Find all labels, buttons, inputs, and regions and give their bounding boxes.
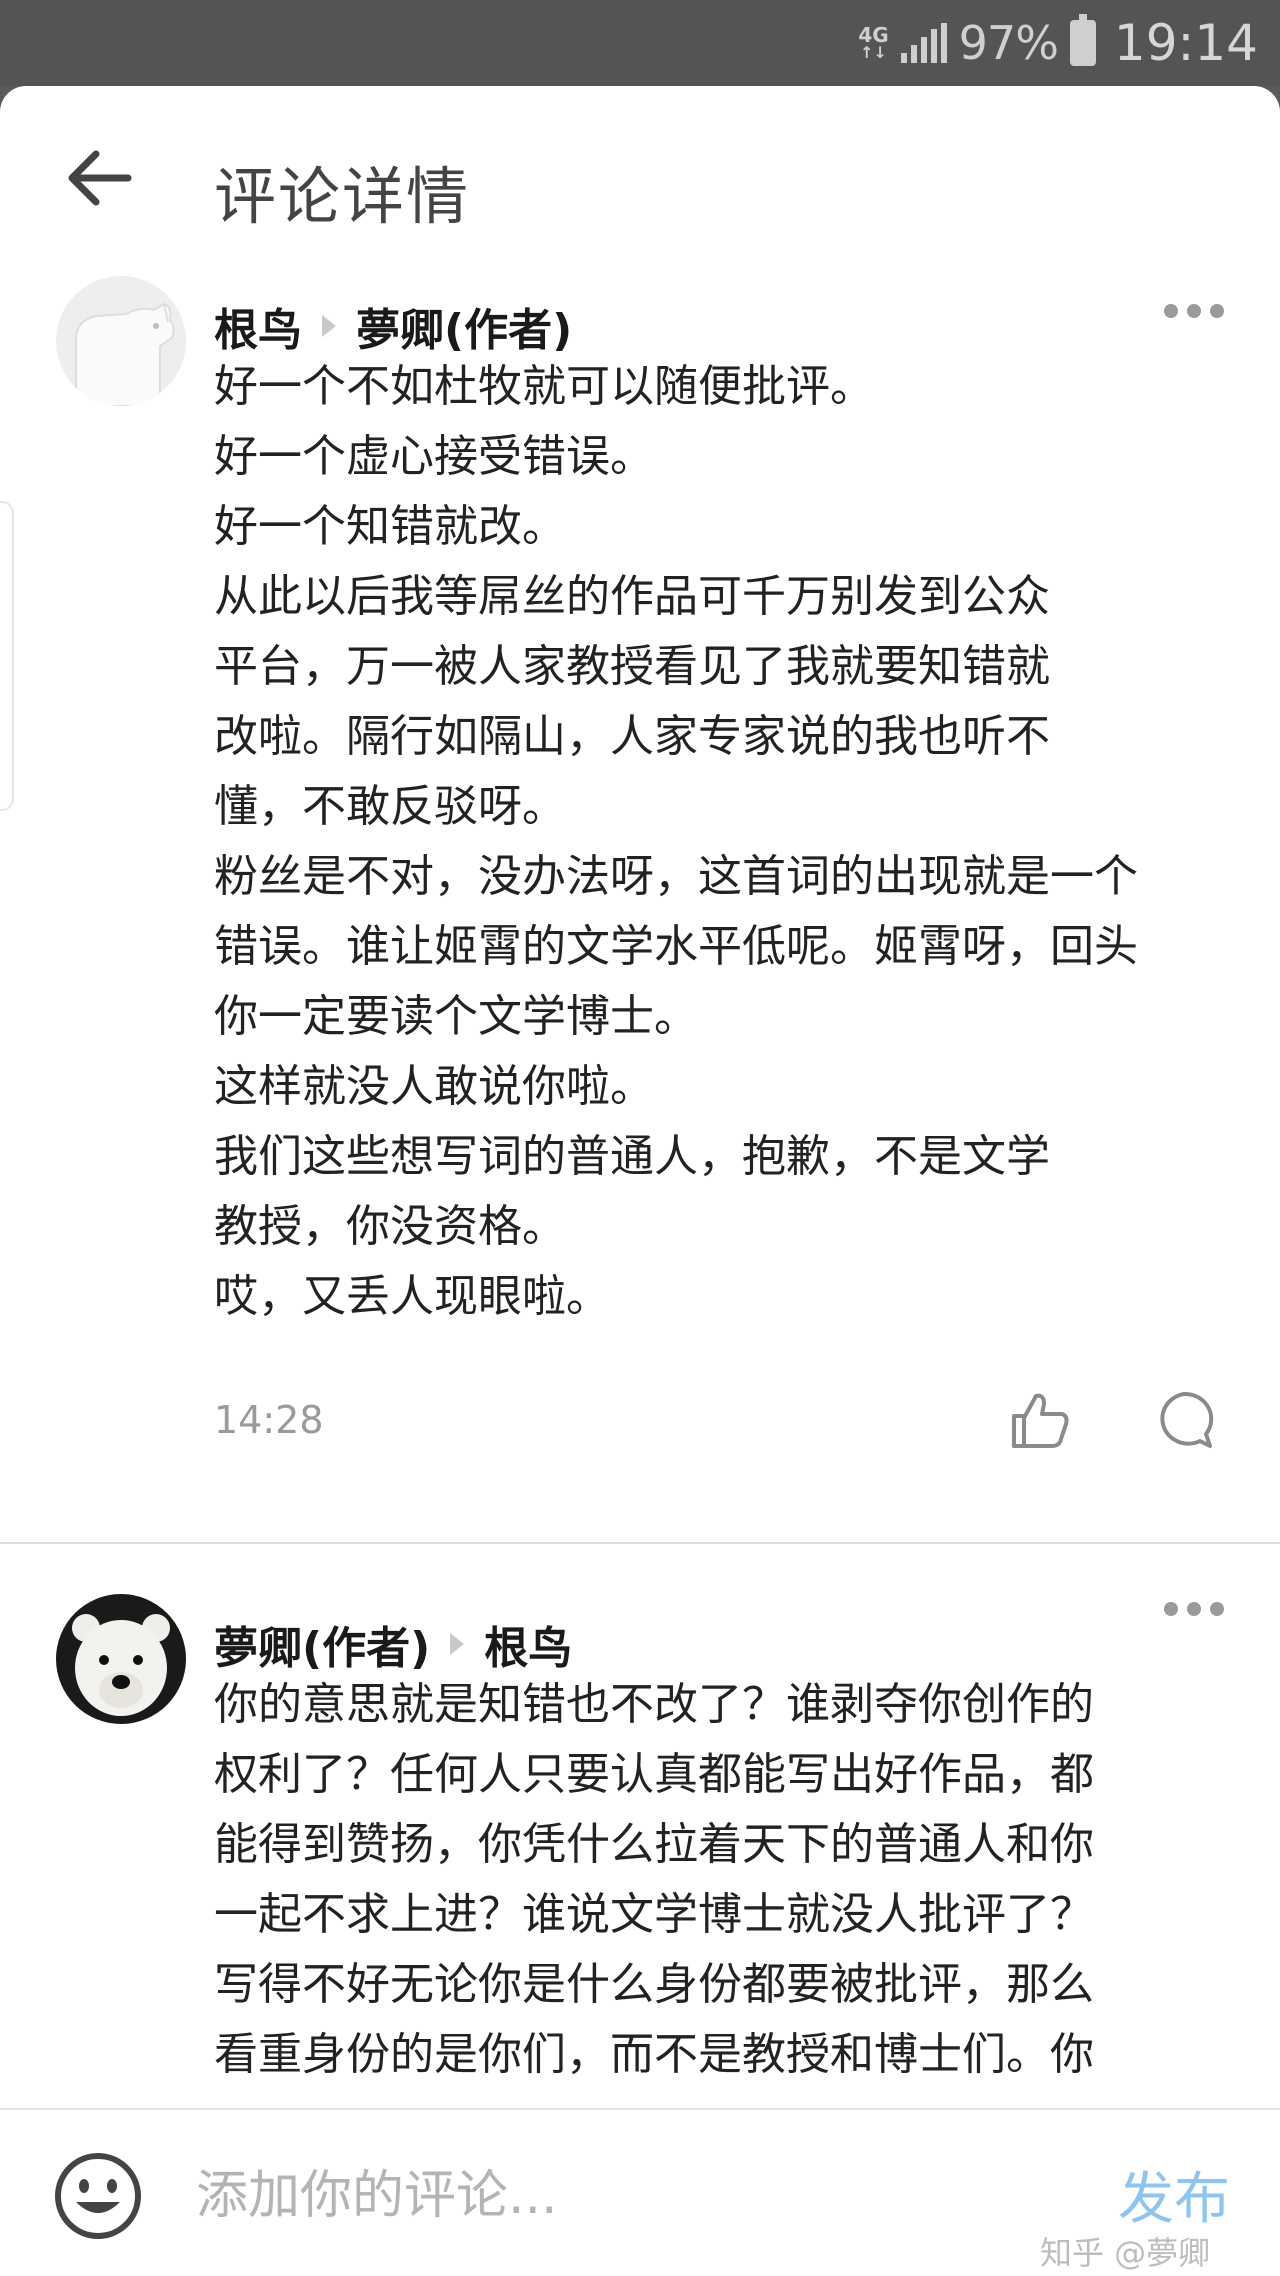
reply-icon[interactable]: [1152, 1388, 1216, 1452]
back-arrow-icon[interactable]: [64, 148, 134, 208]
dog-avatar: [56, 276, 186, 406]
comment-input-bar: 发布 知乎 @夢卿: [0, 2108, 1280, 2276]
network-type: 4G: [858, 23, 889, 47]
network-arrows: ↑↓: [860, 43, 887, 62]
network-indicator: 4G ↑↓: [858, 25, 888, 61]
comment-line: 粉丝是不对，没办法呀，这首词的出现就是一个: [214, 851, 1138, 902]
reply-to-name[interactable]: 夢卿(作者): [356, 294, 572, 358]
status-clock: 19:14: [1113, 14, 1258, 72]
polar-bear-avatar: [56, 1594, 186, 1724]
comment-line: 你的意思就是知错也不改了？谁剥夺你创作的: [214, 1679, 1094, 1730]
comment-line: 哎，又丢人现眼啦。: [214, 1271, 610, 1322]
avatar[interactable]: [56, 1594, 186, 1724]
comment-line: 懂，不敢反驳呀。: [214, 781, 566, 832]
comment-line: 我们这些想写词的普通人，抱歉，不是文学: [214, 1131, 1050, 1182]
comment-line: 好一个虚心接受错误。: [214, 431, 654, 482]
author-name[interactable]: 根鸟: [214, 294, 302, 358]
divider: [0, 1542, 1280, 1544]
comment-names: 夢卿(作者) 根鸟: [214, 1612, 572, 1676]
comment-line: 好一个不如杜牧就可以随便批评。: [214, 361, 874, 412]
comment-line: 你一定要读个文学博士。: [214, 991, 698, 1042]
reply-arrow-icon: [322, 315, 336, 337]
reply-to-name[interactable]: 根鸟: [484, 1612, 572, 1676]
comment-line: 能得到赞扬，你凭什么拉着天下的普通人和你: [214, 1819, 1094, 1870]
battery-percent: 97%: [958, 16, 1059, 70]
page-title: 评论详情: [214, 160, 471, 233]
comment-names: 根鸟 夢卿(作者): [214, 294, 572, 358]
comment-line: 改啦。隔行如隔山，人家专家说的我也听不: [214, 711, 1050, 762]
comment-body: 好一个不如杜牧就可以随便批评。 好一个虚心接受错误。 好一个知错就改。 从此以后…: [214, 352, 1224, 1332]
comment-line: 从此以后我等屌丝的作品可千万别发到公众: [214, 571, 1050, 622]
reply-arrow-icon: [450, 1633, 465, 1655]
comment-body: 你的意思就是知错也不改了？谁剥夺你创作的 权利了？任何人只要认真都能写出好作品，…: [214, 1670, 1224, 2090]
comment-time: 14:28: [214, 1398, 324, 1442]
more-icon[interactable]: [1164, 1602, 1224, 1622]
like-icon[interactable]: [1008, 1388, 1072, 1452]
header: 评论详情: [0, 86, 1280, 276]
comment-input[interactable]: [196, 2154, 1016, 2238]
comment-line: 一起不求上进？谁说文学博士就没人批评了？: [214, 1889, 1094, 1940]
comment-line: 写得不好无论你是什么身份都要被批评，那么: [214, 1959, 1094, 2010]
battery-icon: [1069, 14, 1096, 66]
comment-line: 教授，你没资格。: [214, 1201, 566, 1252]
comment-detail-sheet: 评论详情 根鸟 夢卿(作者) 好一个不如杜牧就可以随便批评。 好一个虚心接受错误…: [0, 86, 1280, 2276]
signal-icon: [900, 23, 947, 63]
watermark: 知乎 @夢卿: [1040, 2234, 1211, 2272]
status-bar: 4G ↑↓ 97% 19:14: [0, 0, 1280, 86]
comment-line: 平台，万一被人家教授看见了我就要知错就: [214, 641, 1050, 692]
comment-line: 这样就没人敢说你啦。: [214, 1061, 654, 1112]
emoji-icon[interactable]: [52, 2150, 144, 2242]
comment-line: 看重身份的是你们，而不是教授和博士们。你: [214, 2029, 1094, 2080]
comment-line: 权利了？任何人只要认真都能写出好作品，都: [214, 1749, 1094, 1800]
avatar[interactable]: [56, 276, 186, 406]
side-handle: [0, 501, 14, 811]
author-name[interactable]: 夢卿(作者): [214, 1612, 430, 1676]
more-icon[interactable]: [1164, 304, 1224, 324]
comment-line: 错误。谁让姬霄的文学水平低呢。姬霄呀，回头: [214, 921, 1138, 972]
publish-button[interactable]: 发布: [1118, 2154, 1230, 2235]
comment-line: 好一个知错就改。: [214, 501, 566, 552]
